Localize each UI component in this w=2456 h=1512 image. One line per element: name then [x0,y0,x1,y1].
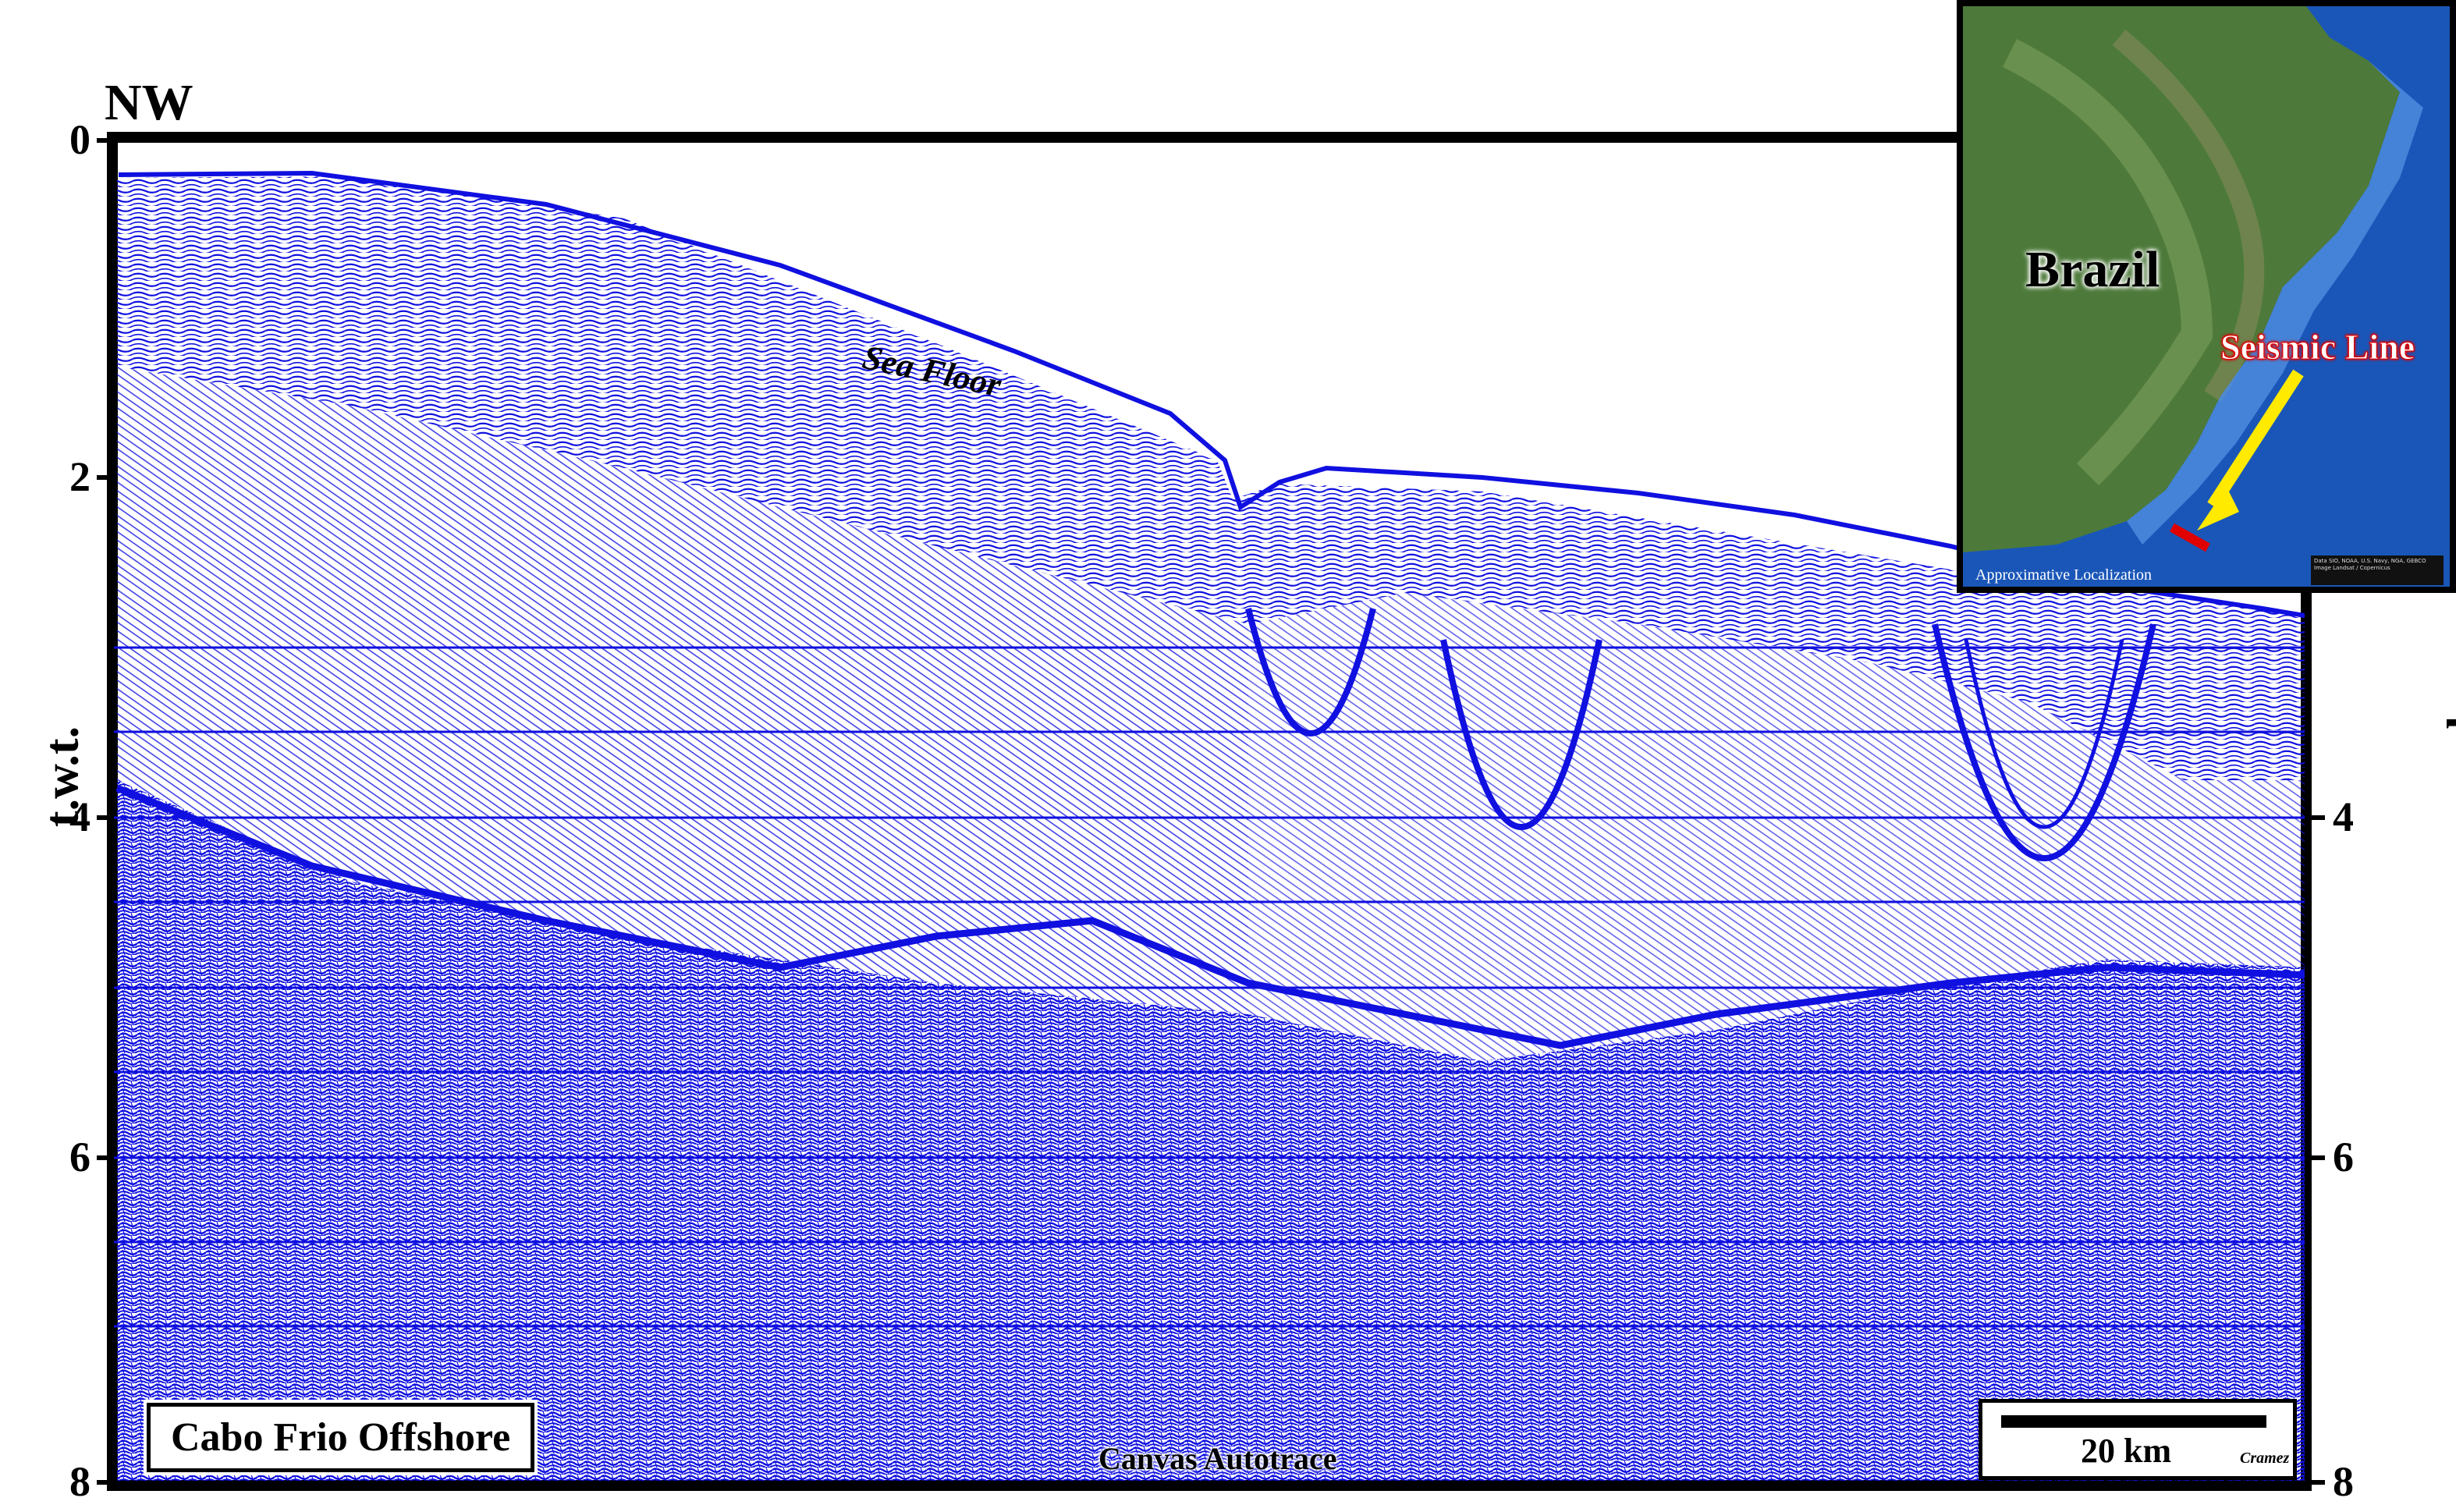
inset-country-label: Brazil [2025,241,2160,298]
watermark: Canvas Autotrace [1098,1441,1337,1476]
left-tick-2: 2 [69,453,91,500]
left-tick-8: 8 [69,1458,91,1505]
right-tick-4: 4 [2333,793,2354,840]
inset-seismic-line-label: Seismic Line [2220,327,2415,367]
left-tick-4: 4 [69,793,91,840]
direction-label: NW [105,74,193,131]
left-tick-0: 0 [69,116,91,163]
left-tick-6: 6 [69,1134,91,1180]
inset-credit: Data SIO, NOAA, U.S. Navy, NGA, GEBCO Im… [2311,555,2444,585]
scale-box: 20 km Cramez [1979,1399,2297,1480]
right-tick-6: 6 [2333,1134,2354,1180]
scale-bar [2001,1415,2266,1428]
inset-map-graphic [1963,6,2450,587]
location-label: Cabo Frio Offshore [143,1400,538,1475]
inset-note: Approximative Localization [1975,566,2153,584]
location-inset-map: Brazil Seismic Line Approximative Locali… [1957,0,2456,593]
scale-credit: Cramez [2240,1450,2290,1467]
scale-label: 20 km [2081,1432,2172,1470]
right-axis-title: seconds [2438,697,2456,857]
right-tick-8: 8 [2333,1458,2354,1505]
